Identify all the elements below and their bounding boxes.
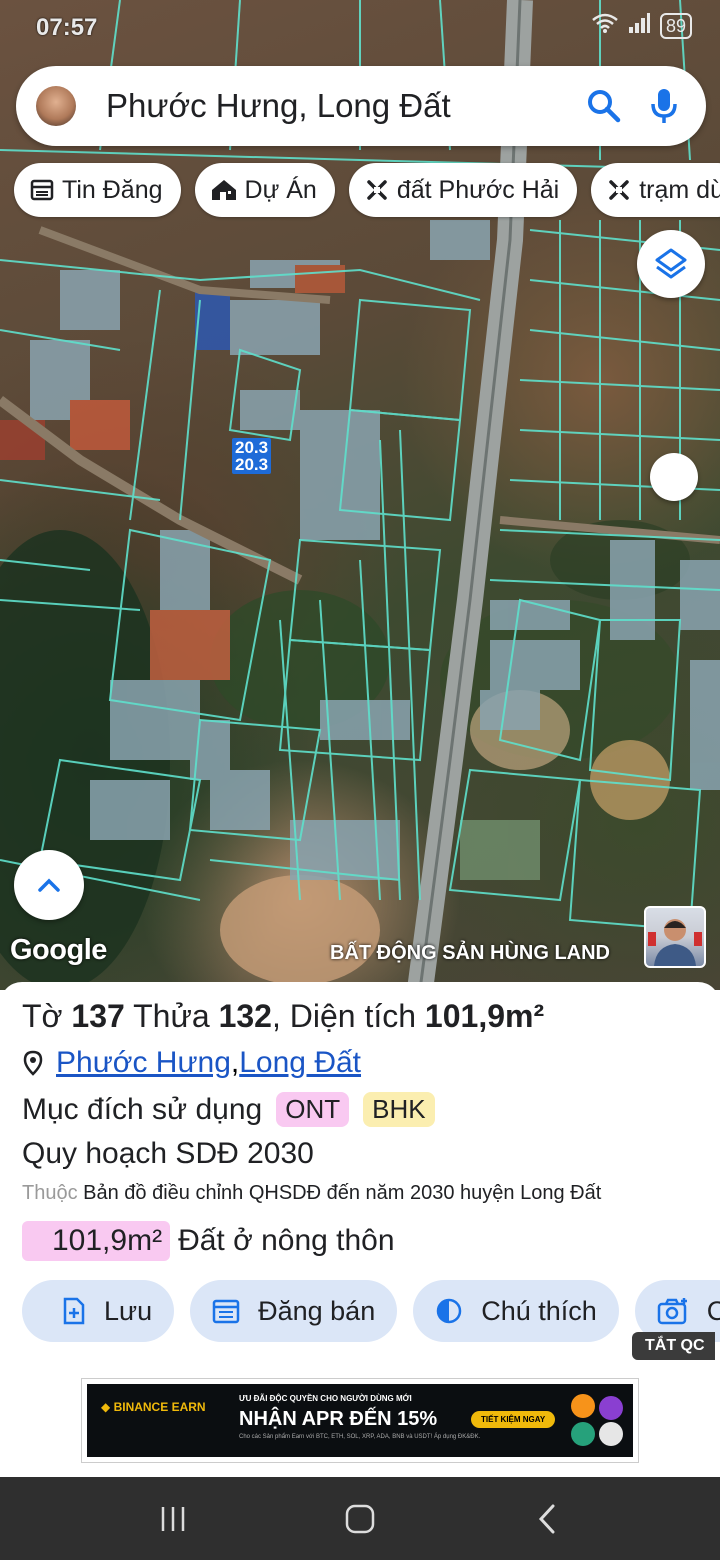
action-buttons: Lưu Đăng bán Chú thích C	[22, 1280, 720, 1342]
listing-icon	[212, 1299, 240, 1324]
google-logo: Google	[10, 934, 107, 966]
save-icon	[63, 1297, 85, 1325]
bitcoin-coin-icon	[571, 1394, 595, 1418]
legend-label: Chú thích	[481, 1295, 597, 1326]
battery-indicator: 89	[659, 13, 692, 39]
save-label: Lưu	[104, 1295, 153, 1326]
wifi-icon	[592, 12, 618, 40]
source-prefix: Thuộc	[22, 1182, 78, 1204]
parcel-label: 20.3 20.3	[232, 438, 272, 474]
layers-button[interactable]	[637, 230, 705, 298]
purpose-badge-ont[interactable]: ONT	[276, 1092, 350, 1127]
purpose-badge-bhk[interactable]: BHK	[363, 1092, 435, 1127]
signal-icon	[628, 12, 650, 40]
microphone-icon	[651, 89, 677, 123]
area-value-pill: 101,9m²	[22, 1221, 171, 1261]
land-use-purpose: Mục đích sử dụng ONT BHK	[22, 1092, 435, 1127]
ad-brand: ◆ BINANCE EARN	[101, 1400, 206, 1414]
home-button[interactable]	[330, 1489, 390, 1549]
lot-number: 132	[218, 998, 272, 1034]
planning-label: Quy hoạch SDĐ 2030	[22, 1137, 314, 1170]
house-icon	[211, 180, 236, 200]
save-button[interactable]: Lưu	[22, 1280, 175, 1342]
home-icon	[345, 1504, 375, 1533]
parcel-title: Tờ 137 Thửa 132, Diện tích 101,9m²	[22, 998, 544, 1035]
expand-sheet-button[interactable]	[14, 850, 84, 920]
xrp-coin-icon	[599, 1422, 623, 1446]
ad-cta-button[interactable]: TIẾT KIỆM NGAY	[471, 1411, 556, 1428]
search-bar[interactable]: Phước Hưng, Long Đất	[16, 66, 706, 146]
planning-source: Thuộc Bản đồ điều chỉnh QHSDĐ đến năm 20…	[22, 1182, 601, 1205]
parcel-label-line: 20.3	[235, 438, 269, 457]
location-district-link[interactable]: Long Đất	[239, 1046, 361, 1080]
search-query[interactable]: Phước Hưng, Long Đất	[106, 87, 574, 125]
status-bar: 07:57 89	[0, 0, 720, 50]
location-separator: ,	[230, 1046, 240, 1079]
person-photo	[648, 919, 702, 966]
title-prefix: Tờ	[22, 998, 72, 1034]
parcel-location: Phước Hưng, Long Đất	[22, 1046, 361, 1080]
chip-label: đất Phước Hải	[396, 175, 560, 204]
location-ward-link[interactable]: Phước Hưng	[56, 1046, 231, 1080]
location-pin-icon	[23, 1050, 43, 1076]
chevron-up-icon	[38, 878, 60, 892]
back-button[interactable]	[517, 1489, 577, 1549]
news-icon	[30, 179, 54, 201]
avatar[interactable]	[36, 86, 76, 126]
area-type: Đất ở nông thôn	[178, 1224, 395, 1257]
map-imagery	[0, 0, 720, 990]
chip-du-an[interactable]: Dự Án	[194, 163, 335, 217]
layers-icon	[655, 248, 687, 279]
recents-icon	[162, 1506, 185, 1531]
hide-ads-button[interactable]: TẮT QC	[632, 1332, 715, 1360]
filter-chips: Tin Đăng Dự Án đất Phước Hải trạm dừ	[14, 163, 720, 217]
watermark-text: BẤT ĐỘNG SẢN HÙNG LAND	[330, 942, 610, 964]
post-sale-button[interactable]: Đăng bán	[190, 1280, 398, 1342]
voice-search-button[interactable]	[634, 76, 694, 136]
search-icon	[588, 90, 621, 123]
solana-coin-icon	[599, 1396, 623, 1420]
tool-icon	[367, 180, 387, 200]
agent-avatar-thumbnail[interactable]	[644, 906, 706, 968]
chip-label: Dự Án	[244, 175, 317, 204]
camera-label: C	[706, 1295, 720, 1326]
chip-dat-phuoc-hai[interactable]: đất Phước Hải	[348, 163, 578, 217]
recent-apps-button[interactable]	[143, 1489, 203, 1549]
chip-label: trạm dừ	[639, 175, 720, 204]
chip-label: Tin Đăng	[62, 175, 163, 204]
purpose-label: Mục đích sử dụng	[22, 1092, 263, 1126]
status-time: 07:57	[36, 14, 98, 41]
ad-banner[interactable]: ◆ BINANCE EARN ƯU ĐÃI ĐỘC QUYỀN CHO NGƯỜ…	[81, 1378, 639, 1463]
camera-icon	[657, 1298, 687, 1325]
ad-subhead: ƯU ĐÃI ĐỘC QUYỀN CHO NGƯỜI DÙNG MỚI	[239, 1394, 412, 1403]
ad-creative: ◆ BINANCE EARN ƯU ĐÃI ĐỘC QUYỀN CHO NGƯỜ…	[87, 1384, 633, 1457]
parcel-label-line: 20.3	[235, 455, 269, 474]
tether-coin-icon	[571, 1422, 595, 1446]
contrast-icon	[436, 1298, 462, 1324]
system-nav-bar	[0, 1477, 720, 1560]
compass-button[interactable]	[650, 453, 698, 501]
post-sale-label: Đăng bán	[258, 1295, 376, 1326]
title-area-label: , Diện tích	[271, 998, 425, 1034]
status-icons: 89	[592, 12, 692, 40]
parcel-info-sheet: Tờ 137 Thửa 132, Diện tích 101,9m² Phước…	[0, 982, 720, 1477]
legend-button[interactable]: Chú thích	[413, 1280, 619, 1342]
ad-fine-print: Cho các Sản phẩm Earn với BTC, ETH, SOL,…	[239, 1434, 481, 1440]
title-mid: Thửa	[124, 998, 219, 1034]
search-button[interactable]	[574, 76, 634, 136]
chip-tin-dang[interactable]: Tin Đăng	[14, 163, 181, 217]
ad-headline: NHẬN APR ĐẾN 15%	[239, 1408, 438, 1430]
tool-icon	[609, 180, 629, 200]
satellite-map[interactable]: 07:57 89 Phước Hưng, Long Đất Tin Đăng D	[0, 0, 720, 990]
area-breakdown: 101,9m² Đất ở nông thôn	[22, 1221, 395, 1261]
source-text: Bản đồ điều chỉnh QHSDĐ đến năm 2030 huy…	[83, 1182, 602, 1204]
parcel-area: 101,9m²	[424, 998, 545, 1034]
back-icon	[538, 1504, 555, 1533]
sheet-number: 137	[71, 998, 125, 1034]
chip-tram-dung[interactable]: trạm dừ	[591, 163, 720, 217]
